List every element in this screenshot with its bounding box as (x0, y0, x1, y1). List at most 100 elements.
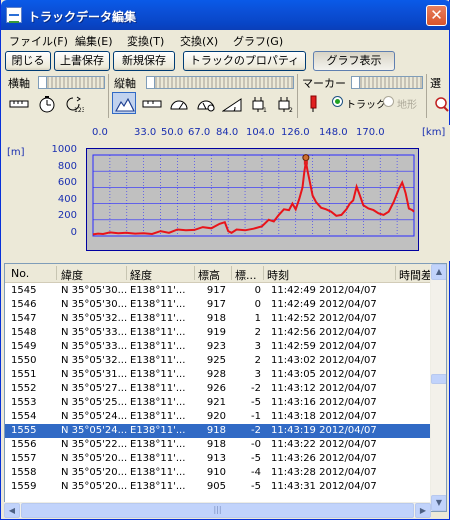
table-row[interactable]: 1549 N 35°05'33... E138°11'... 923 3 11:42:59… (5, 340, 431, 354)
cell-no: 1556 (11, 439, 37, 450)
cell-latitude: N 35°05'22... (61, 439, 128, 450)
x-tick-label: 50.0 (161, 127, 184, 138)
table-row[interactable]: 1552 N 35°05'27... E138°11'... 926 -2 11:43:1… (5, 382, 431, 396)
cell-elevation: 919 (206, 327, 226, 338)
track-properties-button[interactable]: トラックのプロパティ (183, 51, 306, 71)
col-header-longitude[interactable]: 経度 (130, 267, 152, 283)
table-row[interactable]: 1553 N 35°05'25... E138°11'... 921 -5 11:43:1… (5, 396, 431, 410)
x-tick-label: 170.0 (356, 127, 385, 138)
cell-no: 1557 (11, 453, 37, 464)
h-axis-label: 横軸 (8, 77, 30, 90)
elevation-icon[interactable] (112, 92, 136, 114)
marker-slider-thumb[interactable] (352, 77, 360, 88)
scroll-left-button[interactable]: ◀ (4, 503, 20, 518)
v-axis-slider-thumb[interactable] (147, 77, 155, 88)
table-row[interactable]: 1548 N 35°05'33... E138°11'... 919 2 11:42:56… (5, 326, 431, 340)
table-row[interactable]: 1556 N 35°05'22... E138°11'... 918 -0 11:43:2… (5, 438, 431, 452)
col-header-latitude[interactable]: 緯度 (61, 267, 83, 283)
table-row[interactable]: 1546 N 35°05'30... E138°11'... 917 0 11:42:49… (5, 298, 431, 312)
y-tick-label: 800 (57, 160, 77, 172)
close-button[interactable]: 閉じる (5, 51, 51, 71)
close-window-button[interactable]: ✕ (426, 5, 447, 26)
col-header-elev-diff[interactable]: 標... (235, 267, 257, 283)
x-tick-label: 67.0 (188, 127, 211, 138)
cell-latitude: N 35°05'33... (61, 341, 128, 352)
col-header-no[interactable]: No. (11, 267, 29, 280)
svg-text:123: 123 (74, 107, 84, 113)
column-separator[interactable] (231, 266, 232, 280)
column-separator[interactable] (395, 266, 396, 280)
cell-elevation: 918 (206, 313, 226, 324)
scroll-right-button[interactable]: ▶ (415, 503, 431, 518)
table-row[interactable]: 1550 N 35°05'32... E138°11'... 925 2 11:43:02… (5, 354, 431, 368)
table-row[interactable]: 1547 N 35°05'32... E138°11'... 918 1 11:42:52… (5, 312, 431, 326)
table-row[interactable]: 1557 N 35°05'20... E138°11'... 913 -5 11:43:2… (5, 452, 431, 466)
menu-edit[interactable]: 編集(E) (75, 33, 113, 49)
cell-elevation: 925 (206, 355, 226, 366)
cell-elevation: 918 (206, 425, 226, 436)
overwrite-save-button[interactable]: 上書保存 (54, 51, 110, 71)
graph-view-button[interactable]: グラフ表示 (313, 51, 395, 71)
cell-time: 11:43:28 2012/04/07 (271, 467, 377, 478)
toolbar-divider (108, 74, 109, 118)
table-row[interactable]: 1555 N 35°05'24... E138°11'... 918 -2 11:43:1… (5, 424, 431, 438)
vertical-scrollbar[interactable]: ▲ ▼ (430, 264, 446, 511)
menu-file[interactable]: ファイル(F) (9, 33, 68, 49)
track-point-table[interactable]: No. 緯度 経度 標高 標... 時刻 時間差 1545 N 35°05'30.… (4, 263, 447, 512)
col-header-time[interactable]: 時刻 (267, 267, 289, 283)
cell-time: 11:43:05 2012/04/07 (271, 369, 377, 380)
distance-bar-icon[interactable] (139, 92, 163, 114)
cell-no: 1555 (11, 425, 37, 436)
search-icon[interactable] (430, 92, 450, 114)
scroll-up-button[interactable]: ▲ (431, 264, 446, 280)
speed-icon[interactable] (166, 92, 190, 114)
cell-elev-diff: 2 (254, 327, 261, 338)
column-separator[interactable] (194, 266, 195, 280)
title-bar[interactable]: トラックデータ編集 ✕ (1, 0, 450, 30)
x-axis-unit: [km] (422, 127, 446, 138)
vertical-scroll-thumb[interactable] (431, 374, 446, 384)
cell-time: 11:43:12 2012/04/07 (271, 383, 377, 394)
column-separator[interactable] (126, 266, 127, 280)
horizontal-scrollbar[interactable]: ◀ ||| ▶ (4, 502, 431, 518)
clock-icon[interactable] (34, 92, 58, 114)
menu-exchange[interactable]: 交換(X) (180, 33, 218, 49)
elevation-chart[interactable] (86, 148, 419, 251)
slope-icon[interactable] (219, 92, 243, 114)
scroll-down-button[interactable]: ▼ (431, 495, 446, 511)
cell-latitude: N 35°05'20... (61, 467, 128, 478)
track-radio[interactable] (332, 96, 343, 107)
heart-rate-1-icon[interactable]: 1 (246, 92, 270, 114)
cell-elevation: 917 (206, 299, 226, 310)
point-number-icon[interactable]: 123 (61, 92, 85, 114)
h-axis-slider[interactable] (38, 76, 105, 89)
table-row[interactable]: 1545 N 35°05'30... E138°11'... 917 0 11:42:49… (5, 284, 431, 298)
col-header-elevation[interactable]: 標高 (198, 267, 220, 283)
table-row[interactable]: 1551 N 35°05'31... E138°11'... 928 3 11:43:05… (5, 368, 431, 382)
column-separator[interactable] (56, 266, 57, 280)
menu-convert[interactable]: 変換(T) (127, 33, 164, 49)
v-axis-slider[interactable] (146, 76, 294, 89)
y-tick-label: 600 (57, 177, 77, 188)
h-axis-slider-thumb[interactable] (39, 77, 47, 88)
new-save-button[interactable]: 新規保存 (113, 51, 175, 71)
menu-graph[interactable]: グラフ(G) (233, 33, 283, 49)
column-separator[interactable] (263, 266, 264, 280)
marker-pin-icon[interactable] (301, 92, 325, 114)
horizontal-scroll-thumb[interactable]: ||| (21, 503, 414, 518)
table-row[interactable]: 1558 N 35°05'20... E138°11'... 910 -4 11:43:2… (5, 466, 431, 480)
cell-elevation: 918 (206, 439, 226, 450)
cell-longitude: E138°11'... (130, 439, 186, 450)
cell-no: 1559 (11, 481, 37, 492)
cell-longitude: E138°11'... (130, 369, 186, 380)
cell-latitude: N 35°05'30... (61, 285, 128, 296)
speed-meter-icon[interactable] (193, 92, 217, 114)
heart-rate-2-icon[interactable]: 2 (272, 92, 296, 114)
distance-icon[interactable] (6, 92, 30, 114)
table-row[interactable]: 1554 N 35°05'24... E138°11'... 920 -1 11:43:1… (5, 410, 431, 424)
cell-no: 1547 (11, 313, 37, 324)
table-row[interactable]: 1559 N 35°05'20... E138°11'... 905 -5 11:43:3… (5, 480, 431, 494)
col-header-time-diff[interactable]: 時間差 (399, 267, 432, 283)
terrain-radio[interactable] (383, 96, 394, 107)
marker-slider[interactable] (351, 76, 423, 89)
